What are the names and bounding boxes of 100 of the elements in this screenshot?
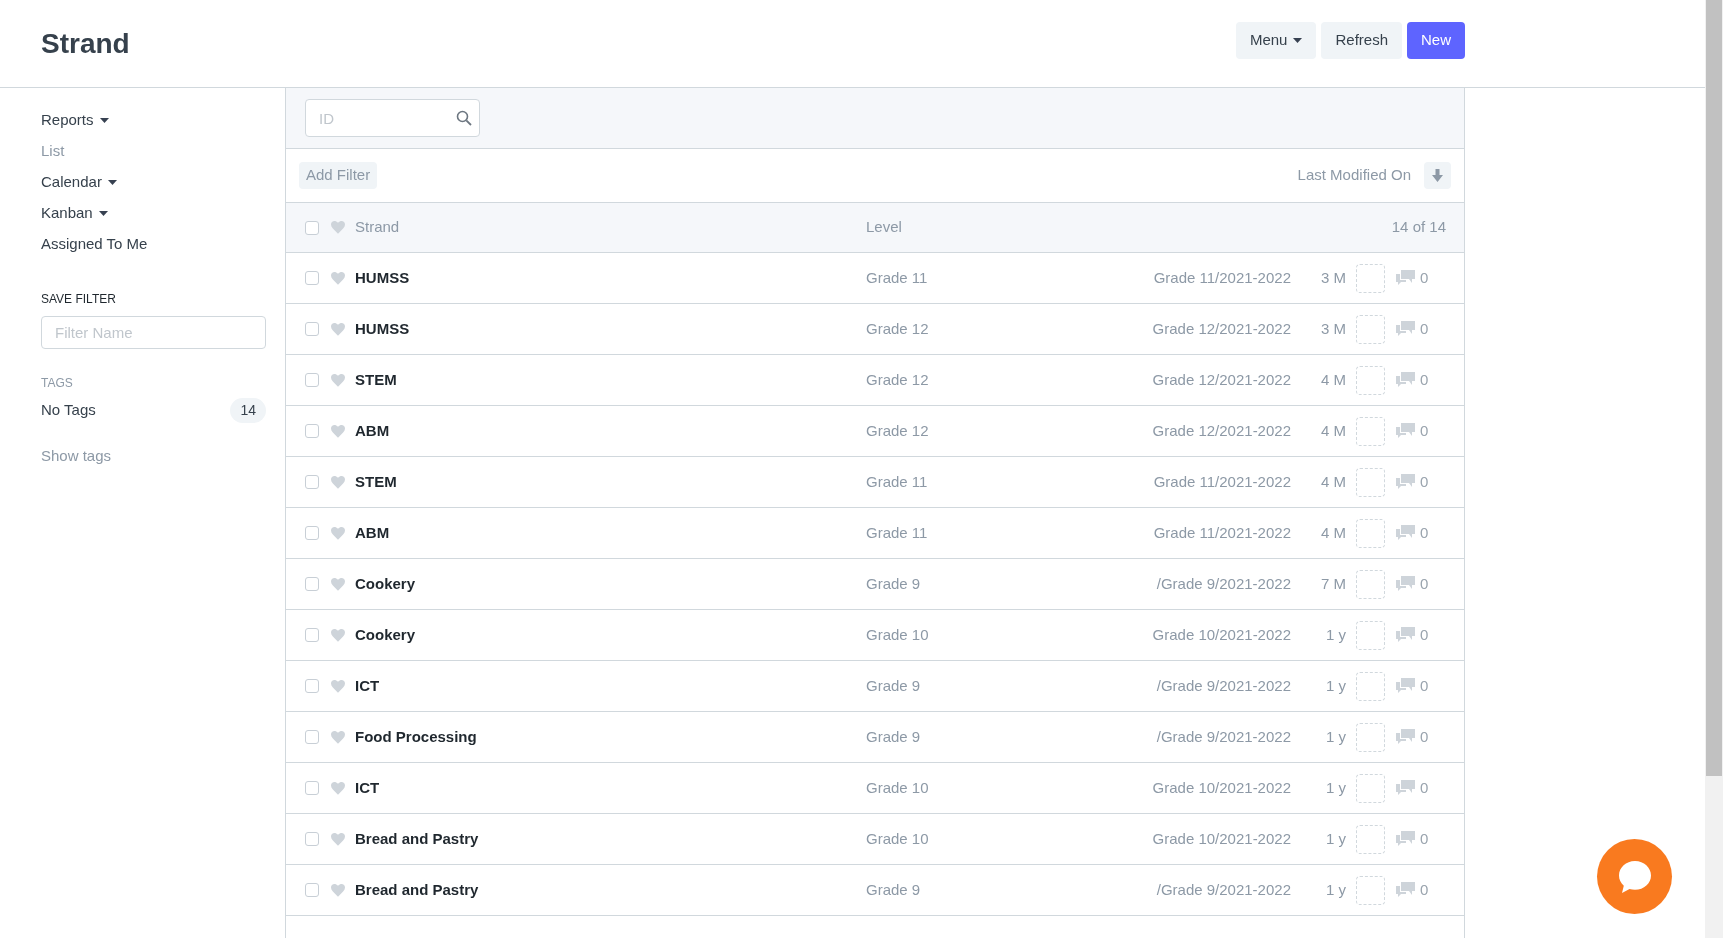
record-subtitle: Grade 12/2021-2022	[1151, 369, 1291, 390]
avatar-placeholder	[1356, 824, 1385, 854]
checkbox[interactable]	[305, 424, 319, 438]
menu-button[interactable]: Menu	[1235, 22, 1317, 59]
comment-icon	[1396, 524, 1415, 542]
table-cell-text: Grade 11	[866, 471, 929, 492]
comment-count: 0	[1420, 726, 1429, 747]
record-name[interactable]: Bread and Pastry	[355, 880, 479, 898]
filter-name-field[interactable]: Filter Name	[41, 316, 266, 349]
modified-time: 1 y	[1325, 726, 1346, 747]
comment-icon	[1396, 830, 1415, 848]
avatar-placeholder	[1356, 773, 1385, 803]
table-cell-text: Grade 9	[866, 879, 922, 900]
page-title: Strand	[41, 26, 130, 61]
checkbox[interactable]	[305, 730, 319, 744]
new-button[interactable]: New	[1407, 22, 1465, 59]
checkbox[interactable]	[305, 883, 319, 897]
checkbox[interactable]	[305, 781, 319, 795]
sidebar-item[interactable]: Kanban	[41, 198, 266, 229]
record-name[interactable]: Cookery	[355, 574, 416, 592]
record-name[interactable]: Bread and Pastry	[355, 829, 479, 847]
heart-icon[interactable]	[331, 221, 345, 234]
record-name[interactable]: ABM	[355, 523, 390, 541]
record-name[interactable]: STEM	[355, 472, 397, 490]
heart-icon[interactable]	[331, 781, 345, 795]
comment-icon	[1396, 575, 1415, 593]
arrow-down-icon	[1432, 169, 1443, 182]
record-name[interactable]: Cookery	[355, 625, 416, 643]
heart-icon[interactable]	[331, 628, 345, 642]
record-subtitle: Grade 10/2021-2022	[1151, 828, 1291, 849]
sidebar-item[interactable]: Reports	[41, 105, 266, 136]
modified-time: 1 y	[1325, 624, 1346, 645]
record-subtitle: /Grade 9/2021-2022	[1155, 675, 1291, 696]
record-subtitle: Grade 12/2021-2022	[1151, 318, 1291, 339]
record-subtitle: Grade 11/2021-2022	[1152, 267, 1291, 288]
column-header: Strand	[355, 217, 401, 238]
heart-icon[interactable]	[331, 424, 345, 438]
checkbox[interactable]	[305, 526, 319, 540]
comment-icon	[1396, 677, 1415, 695]
comment-icon	[1396, 269, 1415, 287]
avatar-placeholder	[1356, 416, 1385, 446]
avatar-placeholder	[1356, 314, 1385, 344]
table-cell-text: Grade 12	[866, 369, 930, 390]
sort-direction-button[interactable]	[1424, 162, 1451, 189]
heart-icon[interactable]	[331, 679, 345, 693]
heart-icon[interactable]	[331, 475, 345, 489]
table-cell-text: Grade 9	[866, 726, 922, 747]
sidebar-item[interactable]: Calendar	[41, 167, 266, 198]
modified-time: 4 M	[1320, 522, 1346, 543]
heart-icon[interactable]	[331, 730, 345, 744]
comment-icon	[1396, 473, 1415, 491]
table-cell-text: Grade 10	[866, 624, 930, 645]
checkbox[interactable]	[305, 475, 319, 489]
record-name[interactable]: HUMSS	[355, 319, 410, 337]
record-subtitle: Grade 12/2021-2022	[1151, 420, 1291, 441]
modified-time: 1 y	[1325, 675, 1346, 696]
modified-time: 7 M	[1320, 573, 1346, 594]
avatar-placeholder	[1356, 263, 1385, 293]
comment-icon	[1396, 320, 1415, 338]
checkbox[interactable]	[305, 679, 319, 693]
modified-time: 3 M	[1320, 267, 1346, 288]
avatar-placeholder	[1356, 620, 1385, 650]
section-heading: TAGS	[41, 375, 74, 392]
heart-icon[interactable]	[331, 373, 345, 387]
record-subtitle: /Grade 9/2021-2022	[1155, 726, 1291, 747]
scrollbar[interactable]	[1705, 0, 1723, 938]
table-cell-text: Grade 10	[866, 777, 930, 798]
refresh-button[interactable]: Refresh	[1321, 22, 1402, 59]
sidebar-item[interactable]: Assigned To Me	[41, 229, 266, 260]
checkbox[interactable]	[305, 628, 319, 642]
checkbox[interactable]	[305, 832, 319, 846]
record-name[interactable]: ICT	[355, 676, 380, 694]
avatar-placeholder	[1356, 671, 1385, 701]
checkbox[interactable]	[305, 271, 319, 285]
modified-time: 3 M	[1320, 318, 1346, 339]
record-name[interactable]: ABM	[355, 421, 390, 439]
checkbox[interactable]	[305, 577, 319, 591]
search-icon	[456, 110, 472, 126]
table-cell-text: Grade 9	[866, 675, 922, 696]
record-name[interactable]: Food Processing	[355, 727, 477, 745]
checkbox[interactable]	[305, 373, 319, 387]
heart-icon[interactable]	[331, 271, 345, 285]
heart-icon[interactable]	[331, 322, 345, 336]
search-field[interactable]: ID	[305, 99, 480, 137]
tag-item[interactable]: No Tags	[41, 399, 96, 422]
modified-time: 4 M	[1320, 420, 1346, 441]
heart-icon[interactable]	[331, 526, 345, 540]
checkbox[interactable]	[305, 322, 319, 336]
record-name[interactable]: STEM	[355, 370, 397, 388]
avatar-placeholder	[1356, 722, 1385, 752]
record-name[interactable]: HUMSS	[355, 268, 410, 286]
comment-count: 0	[1420, 369, 1429, 390]
heart-icon[interactable]	[331, 577, 345, 591]
heart-icon[interactable]	[331, 883, 345, 897]
avatar-placeholder	[1356, 875, 1385, 905]
heart-icon[interactable]	[331, 832, 345, 846]
modified-time: 1 y	[1325, 777, 1346, 798]
checkbox[interactable]	[305, 220, 319, 235]
comment-count: 0	[1420, 318, 1429, 339]
record-name[interactable]: ICT	[355, 778, 380, 796]
